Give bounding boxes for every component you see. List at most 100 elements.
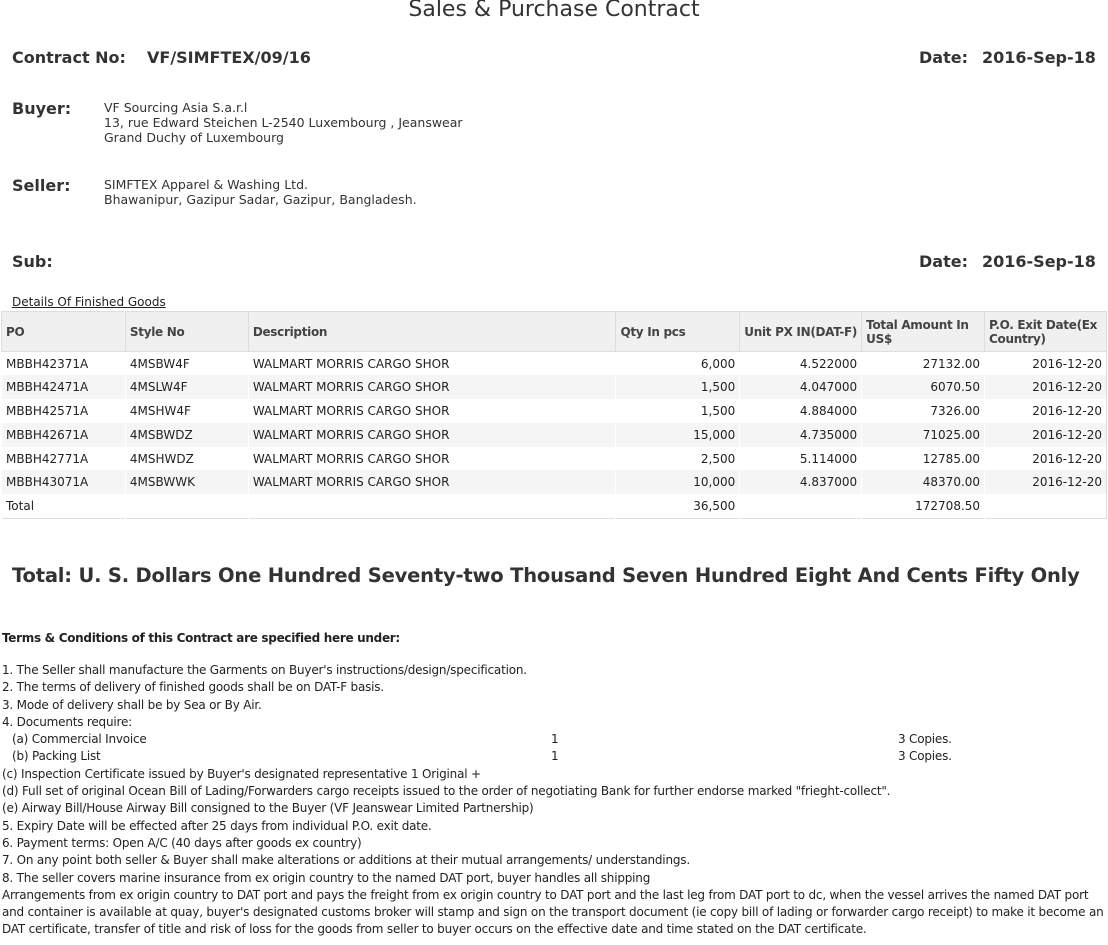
table-row: MBBH42571A 4MSHW4F WALMART MORRIS CARGO … [1, 399, 1107, 423]
term-arrangements: Arrangements from ex origin country to D… [2, 887, 1104, 937]
buyer-line: 13, rue Edward Steichen L-2540 Luxembour… [104, 115, 463, 130]
terms-list: 1. The Seller shall manufacture the Garm… [2, 662, 1106, 939]
cell-unit-price: 4.047000 [739, 375, 862, 400]
total-in-words: Total: U. S. Dollars One Hundred Seventy… [12, 564, 1080, 587]
buyer-line: Grand Duchy of Luxembourg [104, 130, 284, 145]
cell-po: MBBH43071A [1, 470, 126, 495]
cell-qty: 2,500 [615, 446, 740, 471]
table-total-row: Total 36,500 172708.50 [1, 494, 1107, 519]
table-row: MBBH42371A 4MSBW4F WALMART MORRIS CARGO … [1, 351, 1107, 376]
cell-description: WALMART MORRIS CARGO SHOR [247, 446, 616, 471]
document-name: (a) Commercial Invoice [12, 732, 147, 747]
cell-exit-date: 2016-12-20 [984, 375, 1107, 400]
cell-total-amount: 6070.50 [861, 375, 985, 400]
cell-total-amount: 71025.00 [861, 422, 985, 447]
term-8: 8. The seller covers marine insurance fr… [2, 870, 651, 885]
total-qty: 36,500 [615, 494, 740, 519]
seller-label: Seller: [12, 176, 71, 195]
document-originals: 1 [551, 749, 559, 764]
sub-date-label: Date: [919, 252, 968, 271]
cell-exit-date: 2016-12-20 [984, 399, 1107, 423]
col-header-description: Description [247, 311, 617, 352]
cell-po: MBBH42471A [1, 375, 126, 400]
term-7: 7. On any point both seller & Buyer shal… [2, 853, 690, 868]
term-4: 4. Documents require: [2, 714, 133, 729]
buyer-line: VF Sourcing Asia S.a.r.l [104, 100, 248, 115]
term-3: 3. Mode of delivery shall be by Sea or B… [2, 697, 262, 712]
col-header-total-amount: Total Amount In US$ [861, 311, 986, 352]
buyer-address: VF Sourcing Asia S.a.r.l 13, rue Edward … [104, 100, 463, 145]
cell-po: MBBH42771A [1, 446, 126, 471]
cell-description: WALMART MORRIS CARGO SHOR [247, 351, 616, 376]
page-title: Sales & Purchase Contract [408, 0, 700, 22]
col-header-style: Style No [124, 311, 249, 352]
document-name: (b) Packing List [12, 749, 101, 764]
cell-po: MBBH42371A [1, 351, 126, 376]
term-4c: (c) Inspection Certificate issued by Buy… [2, 766, 481, 781]
document-copies: 3 Copies. [898, 732, 952, 747]
cell-unit-price: 5.114000 [739, 446, 862, 471]
buyer-label: Buyer: [12, 99, 72, 118]
col-header-po: PO [1, 311, 126, 352]
contract-no-value: VF/SIMFTEX/09/16 [147, 48, 311, 67]
sub-label: Sub: [12, 252, 53, 271]
cell-style: 4MSHWDZ [124, 446, 249, 471]
cell-unit-price: 4.735000 [739, 422, 862, 447]
cell-description: WALMART MORRIS CARGO SHOR [247, 375, 616, 400]
cell-total-amount: 48370.00 [861, 470, 985, 495]
cell-qty: 10,000 [615, 470, 740, 495]
term-6: 6. Payment terms: Open A/C (40 days afte… [2, 835, 362, 850]
cell-exit-date: 2016-12-20 [984, 351, 1107, 376]
cell-total-amount: 12785.00 [861, 446, 985, 471]
total-amount: 172708.50 [861, 494, 985, 519]
cell-qty: 15,000 [615, 422, 740, 447]
term-4d: (d) Full set of original Ocean Bill of L… [2, 784, 891, 799]
cell-po: MBBH42671A [1, 422, 126, 447]
cell-style: 4MSBWWK [124, 470, 249, 495]
seller-line: Bhawanipur, Gazipur Sadar, Gazipur, Bang… [104, 192, 417, 207]
cell-exit-date: 2016-12-20 [984, 470, 1107, 495]
cell-unit-price: 4.522000 [739, 351, 862, 376]
cell-qty: 1,500 [615, 375, 740, 400]
document-row: (a) Commercial Invoice 1 3 Copies. [2, 731, 1106, 748]
term-2: 2. The terms of delivery of finished goo… [2, 680, 384, 695]
contract-date-label: Date: [919, 48, 968, 67]
col-header-qty: Qty In pcs [615, 311, 741, 352]
cell-po: MBBH42571A [1, 399, 126, 423]
term-5: 5. Expiry Date will be effected after 25… [2, 818, 432, 833]
cell-exit-date: 2016-12-20 [984, 446, 1107, 471]
cell-total-amount: 7326.00 [861, 399, 985, 423]
cell-style: 4MSBWDZ [124, 422, 249, 447]
seller-address: SIMFTEX Apparel & Washing Ltd. Bhawanipu… [104, 177, 417, 207]
term-1: 1. The Seller shall manufacture the Garm… [2, 663, 527, 677]
cell-description: WALMART MORRIS CARGO SHOR [247, 422, 616, 447]
contract-no-label: Contract No: [12, 48, 126, 67]
cell-qty: 6,000 [615, 351, 740, 376]
cell-style: 4MSHW4F [124, 399, 249, 423]
table-row: MBBH42671A 4MSBWDZ WALMART MORRIS CARGO … [1, 422, 1107, 447]
cell-style: 4MSBW4F [124, 351, 249, 376]
col-header-unit-price: Unit PX IN(DAT-F) [739, 311, 863, 352]
cell-description: WALMART MORRIS CARGO SHOR [247, 399, 616, 423]
sub-date-value: 2016-Sep-18 [982, 252, 1096, 271]
cell-qty: 1,500 [615, 399, 740, 423]
table-row: MBBH43071A 4MSBWWK WALMART MORRIS CARGO … [1, 470, 1107, 495]
table-row: MBBH42471A 4MSLW4F WALMART MORRIS CARGO … [1, 375, 1107, 400]
cell-unit-price: 4.884000 [739, 399, 862, 423]
document-copies: 3 Copies. [898, 749, 952, 764]
document-row: (b) Packing List 1 3 Copies. [2, 748, 1106, 765]
total-label: Total [1, 494, 126, 519]
table-row: MBBH42771A 4MSHWDZ WALMART MORRIS CARGO … [1, 446, 1107, 471]
goods-table: PO Style No Description Qty In pcs Unit … [1, 311, 1107, 519]
document-originals: 1 [551, 732, 559, 747]
contract-date-value: 2016-Sep-18 [982, 48, 1096, 67]
details-heading: Details Of Finished Goods [12, 295, 166, 309]
cell-style: 4MSLW4F [124, 375, 249, 400]
table-header-row: PO Style No Description Qty In pcs Unit … [1, 311, 1107, 352]
cell-total-amount: 27132.00 [861, 351, 985, 376]
cell-exit-date: 2016-12-20 [984, 422, 1107, 447]
terms-heading: Terms & Conditions of this Contract are … [2, 631, 400, 645]
term-4e: (e) Airway Bill/House Airway Bill consig… [2, 801, 534, 816]
cell-unit-price: 4.837000 [739, 470, 862, 495]
col-header-exit-date: P.O. Exit Date(Ex Country) [984, 311, 1107, 352]
